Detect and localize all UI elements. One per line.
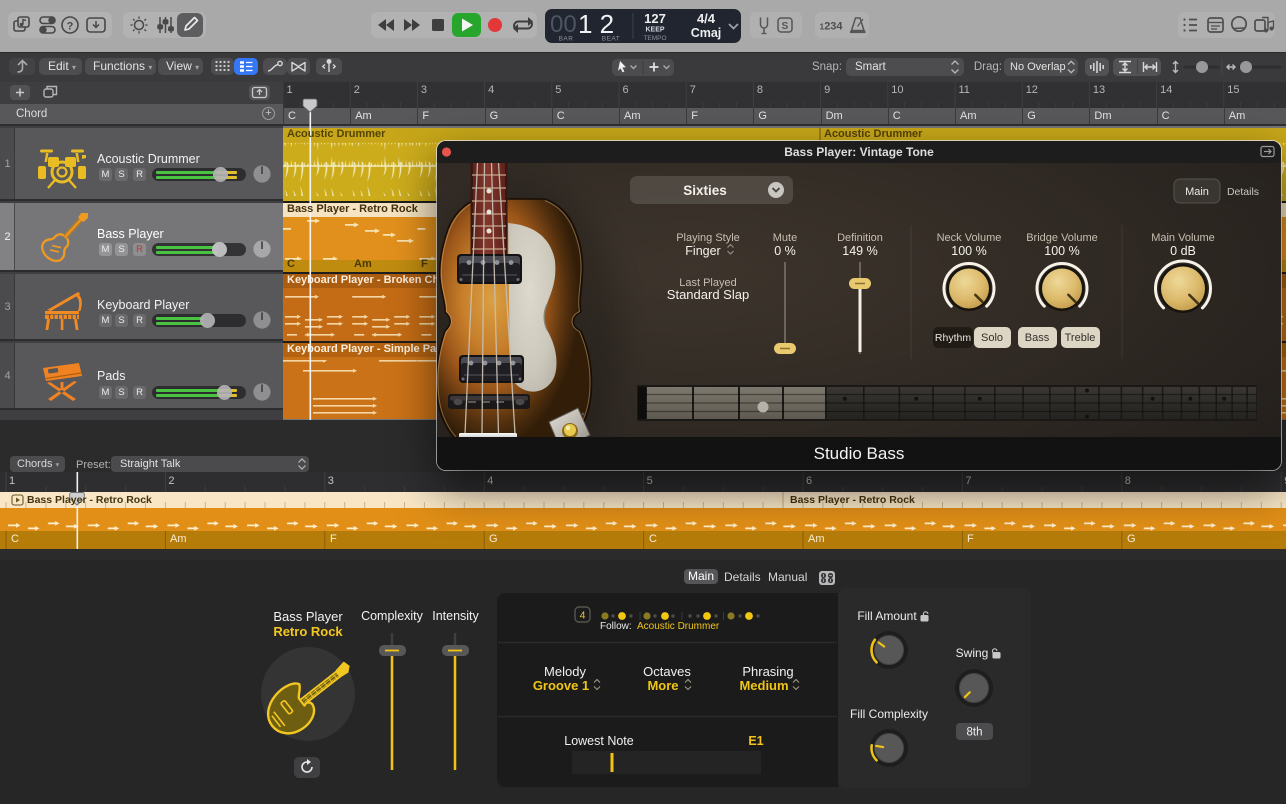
svg-text:Bridge Volume: Bridge Volume	[1026, 232, 1098, 244]
svg-text:Neck Volume: Neck Volume	[937, 232, 1002, 244]
svg-text:Standard Slap: Standard Slap	[667, 287, 749, 302]
svg-text:1234: 1234	[819, 21, 843, 33]
svg-text:Phrasing: Phrasing	[742, 664, 793, 679]
svg-text:E1: E1	[748, 734, 763, 748]
svg-text:4/4: 4/4	[697, 11, 716, 26]
svg-text:0 dB: 0 dB	[1170, 244, 1196, 258]
svg-text:100 %: 100 %	[951, 244, 986, 258]
svg-text:1 2: 1 2	[578, 9, 614, 39]
svg-text:Medium: Medium	[739, 678, 788, 693]
svg-text:Solo: Solo	[981, 332, 1003, 344]
svg-text:KEEP: KEEP	[645, 27, 664, 34]
svg-text:Sixties: Sixties	[683, 183, 727, 198]
svg-text:S: S	[782, 21, 789, 32]
svg-text:Acoustic Drummer: Acoustic Drummer	[637, 621, 720, 632]
svg-text:Octaves: Octaves	[643, 664, 691, 679]
svg-text:Follow:: Follow:	[600, 621, 632, 632]
svg-text:1: 1	[9, 475, 15, 487]
svg-text:Cmaj: Cmaj	[691, 26, 722, 40]
svg-text:TEMPO: TEMPO	[643, 35, 666, 42]
svg-text:Swing: Swing	[956, 646, 989, 660]
svg-text:Lowest Note: Lowest Note	[564, 734, 634, 748]
svg-text:Fill Complexity: Fill Complexity	[850, 707, 928, 721]
svg-text:Mute: Mute	[773, 232, 797, 244]
svg-text:Details: Details	[1227, 186, 1259, 198]
svg-text:More: More	[647, 678, 678, 693]
svg-text:Main Volume: Main Volume	[1151, 232, 1215, 244]
svg-text:4: 4	[580, 610, 586, 622]
svg-text:?: ?	[67, 21, 74, 33]
svg-text:Finger: Finger	[685, 244, 720, 258]
svg-text:127: 127	[644, 11, 666, 26]
svg-text:Bass: Bass	[1025, 332, 1050, 344]
svg-text:6: 6	[806, 475, 812, 487]
svg-text:Definition: Definition	[837, 232, 883, 244]
svg-text:Fill Amount: Fill Amount	[857, 609, 917, 623]
svg-text:BAR: BAR	[559, 36, 574, 43]
svg-text:2: 2	[168, 475, 174, 487]
svg-text:Rhythm: Rhythm	[935, 332, 971, 344]
svg-text:8: 8	[1125, 475, 1131, 487]
svg-text:Playing Style: Playing Style	[676, 232, 740, 244]
svg-text:100 %: 100 %	[1044, 244, 1079, 258]
svg-text:Melody: Melody	[544, 664, 586, 679]
svg-text:0 %: 0 %	[774, 244, 796, 258]
svg-text:8th: 8th	[967, 727, 983, 739]
svg-text:3: 3	[328, 475, 334, 487]
svg-text:5: 5	[647, 475, 653, 487]
svg-text:Studio Bass: Studio Bass	[814, 444, 905, 463]
svg-text:4: 4	[487, 475, 493, 487]
svg-text:Treble: Treble	[1065, 332, 1096, 344]
svg-text:Groove 1: Groove 1	[533, 678, 589, 693]
svg-text:00: 00	[550, 11, 577, 38]
svg-text:Main: Main	[1185, 186, 1209, 198]
svg-text:149 %: 149 %	[842, 244, 877, 258]
svg-text:BEAT: BEAT	[602, 36, 621, 43]
svg-text:7: 7	[965, 475, 971, 487]
